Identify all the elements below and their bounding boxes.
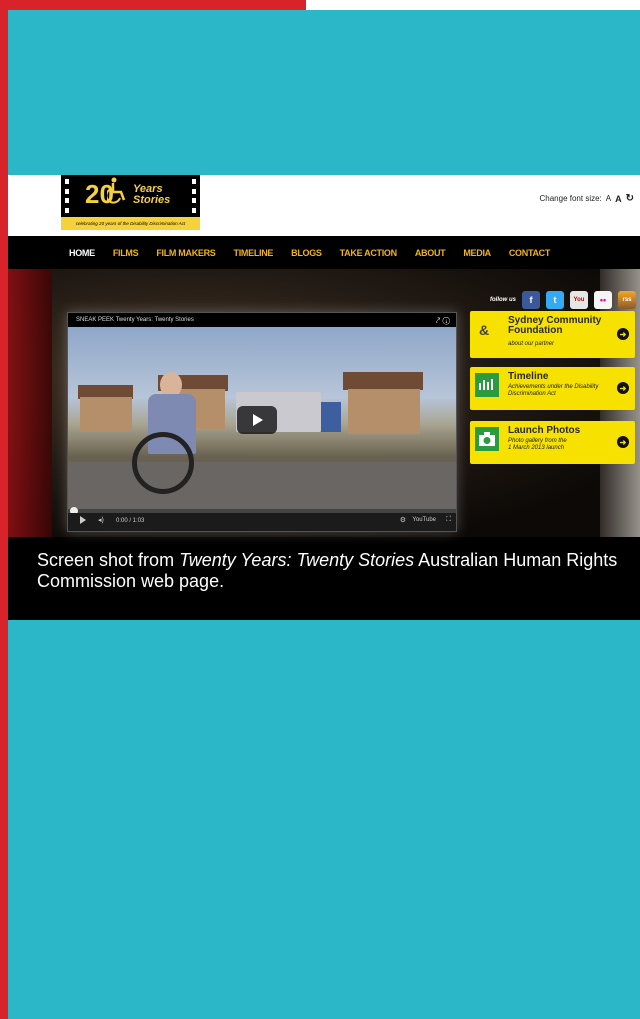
promo-subtitle: about our partner — [508, 341, 555, 347]
youtube-logo[interactable]: YouTube — [412, 517, 436, 523]
nav-film-makers[interactable]: FILM MAKERS — [156, 248, 216, 258]
promo-title-line-2: Foundation — [508, 325, 563, 336]
font-size-large-button[interactable]: A — [615, 194, 622, 204]
curtain-left — [8, 269, 52, 537]
font-size-control: Change font size: A A ↻ — [540, 193, 635, 204]
refresh-icon[interactable]: ↻ — [626, 193, 634, 204]
site-logo[interactable]: 20 Years Stories celebrating 20 years of … — [61, 175, 200, 230]
promo-title: Sydney Community Foundation — [508, 316, 601, 336]
main-nav: HOME FILMS FILM MAKERS TIMELINE BLOGS TA… — [8, 236, 640, 269]
top-white-bar — [306, 0, 640, 10]
follow-us: follow us f t You •• rss — [490, 291, 636, 309]
video-time: 0:00 / 1:03 — [116, 518, 145, 524]
youtube-icon[interactable]: You — [570, 291, 588, 309]
video-player[interactable]: SNEAK PEEK Twenty Years: Twenty Stories … — [67, 312, 457, 532]
volume-icon[interactable]: ◂) — [98, 516, 104, 524]
fullscreen-icon[interactable]: ⛶ — [446, 516, 451, 524]
nav-media[interactable]: MEDIA — [463, 248, 491, 258]
promo-subtitle-line-1: Photo gallery from the — [508, 438, 567, 444]
arrow-right-icon[interactable]: ➜ — [617, 436, 629, 448]
hero-banner: SNEAK PEEK Twenty Years: Twenty Stories … — [8, 269, 640, 537]
logo-tagline: celebrating 20 years of the Disability D… — [61, 217, 200, 230]
film-holes-left — [65, 179, 69, 213]
promo-subtitle-line-2: 1 March 2013 launch — [508, 445, 565, 451]
promo-title: Launch Photos — [508, 425, 581, 436]
promo-subtitle-line-2: Discrimination Act — [508, 391, 556, 397]
camera-icon — [475, 427, 499, 451]
svg-text:&: & — [479, 322, 489, 338]
website-screenshot: 20 Years Stories celebrating 20 years of … — [8, 175, 640, 620]
nav-films[interactable]: FILMS — [113, 248, 139, 258]
logo-word-stories: Stories — [133, 194, 171, 206]
nav-take-action[interactable]: TAKE ACTION — [340, 248, 398, 258]
logo-words: Years Stories — [133, 184, 170, 206]
promo-subtitle: Achievements under the Disability Discrim… — [508, 384, 598, 398]
nav-about[interactable]: ABOUT — [415, 248, 446, 258]
flickr-icon[interactable]: •• — [594, 291, 612, 309]
promo-launch-photos[interactable]: Launch Photos Photo gallery from the 1 Ma… — [470, 421, 635, 464]
rss-icon[interactable]: rss — [618, 291, 636, 309]
promo-subtitle: Photo gallery from the 1 March 2013 launc… — [508, 438, 567, 452]
film-holes-right — [192, 179, 196, 213]
follow-us-label: follow us — [490, 297, 516, 303]
wheelchair-icon — [107, 177, 126, 204]
share-icon[interactable]: ⤤ ⓘ — [436, 316, 450, 326]
caption-before: Screen shot from — [37, 550, 180, 570]
settings-icon[interactable]: ⚙ — [400, 516, 406, 524]
left-red-bar — [0, 0, 8, 1019]
screenshot-caption: Screen shot from Twenty Years: Twenty St… — [37, 550, 640, 592]
twitter-icon[interactable]: t — [546, 291, 564, 309]
promo-subtitle-line-1: Achievements under the Disability — [508, 384, 599, 390]
nav-timeline[interactable]: TIMELINE — [234, 248, 274, 258]
arrow-right-icon[interactable]: ➜ — [617, 328, 629, 340]
play-icon[interactable] — [237, 406, 277, 434]
partner-logo-icon: & — [476, 318, 498, 340]
nav-contact[interactable]: CONTACT — [509, 248, 551, 258]
video-title: SNEAK PEEK Twenty Years: Twenty Stories — [76, 317, 194, 323]
promo-title: Timeline — [508, 371, 549, 382]
play-button-icon[interactable] — [80, 516, 86, 524]
font-size-label: Change font size: — [539, 194, 602, 203]
facebook-icon[interactable]: f — [522, 291, 540, 309]
nav-blogs[interactable]: BLOGS — [291, 248, 322, 258]
top-red-bar — [0, 0, 306, 10]
font-size-small-button[interactable]: A — [606, 194, 611, 203]
arrow-right-icon[interactable]: ➜ — [617, 382, 629, 394]
nav-home[interactable]: HOME — [69, 248, 95, 258]
man-in-wheelchair — [132, 372, 208, 502]
promo-sydney-community-foundation[interactable]: & Sydney Community Foundation about our p… — [470, 311, 635, 358]
promo-timeline[interactable]: Timeline Achievements under the Disabili… — [470, 367, 635, 410]
site-header: 20 Years Stories celebrating 20 years of … — [8, 175, 640, 236]
caption-italic: Twenty Years: Twenty Stories — [179, 550, 415, 570]
video-frame — [68, 327, 456, 513]
video-controls: ◂) 0:00 / 1:03 ⚙ YouTube ⛶ — [68, 513, 456, 531]
timeline-icon — [475, 373, 499, 397]
